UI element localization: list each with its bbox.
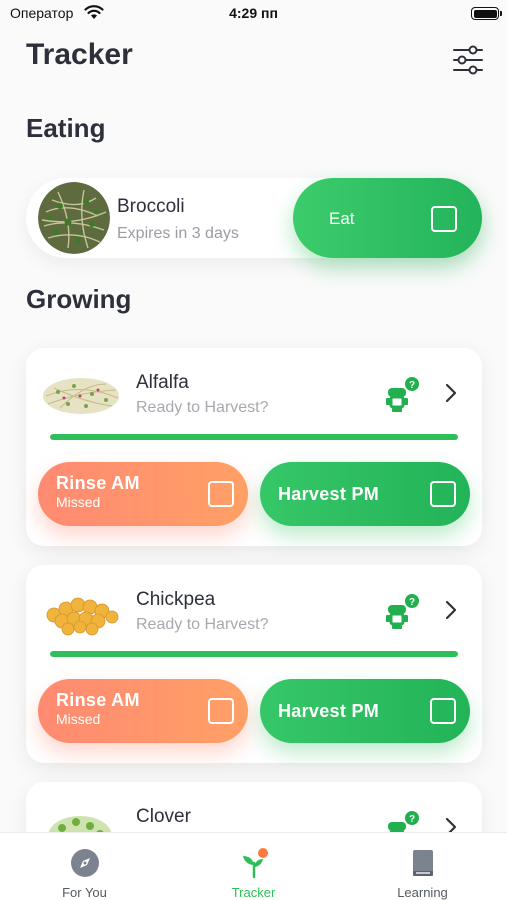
growth-progress-bar [50,651,458,657]
harvest-help-icon[interactable]: ? [382,593,422,633]
rinse-status: Missed [56,711,101,727]
eating-card[interactable]: Broccoli Expires in 3 days Eat [26,178,482,258]
rinse-checkbox[interactable] [208,481,234,507]
harvest-label: Harvest PM [278,484,380,504]
tab-label: For You [62,885,107,900]
harvest-pm-button[interactable]: Harvest PM [260,679,470,743]
harvest-checkbox[interactable] [430,698,456,724]
harvest-help-icon[interactable]: ? [382,376,422,416]
tab-for-you[interactable]: For You [0,833,169,900]
svg-text:?: ? [409,597,415,608]
sliders-icon [453,45,483,75]
eating-item-expiry: Expires in 3 days [117,225,239,242]
tab-label: Tracker [231,885,276,900]
eating-item-name: Broccoli [117,196,185,217]
status-time: 4:29 пп [229,5,278,21]
sprout-icon [243,848,268,879]
tab-learning[interactable]: Learning [338,833,507,900]
tab-tracker[interactable]: Tracker [169,833,338,900]
growing-item-name: Clover [136,806,191,827]
page-title: Tracker [26,38,133,71]
alfalfa-sprouts-image [43,378,119,414]
eating-section-title: Eating [26,113,106,143]
tab-bar: For You Tracker Learning [0,832,507,900]
rinse-status: Missed [56,494,101,510]
battery-icon [471,7,502,20]
tab-label: Learning [397,885,448,900]
rinse-checkbox[interactable] [208,698,234,724]
rinse-am-button[interactable]: Rinse AM Missed [38,462,248,526]
progress-fill [50,434,458,440]
harvest-checkbox[interactable] [430,481,456,507]
broccoli-sprouts-image [38,182,110,254]
rinse-am-button[interactable]: Rinse AM Missed [38,679,248,743]
progress-fill [50,651,458,657]
svg-text:?: ? [409,814,415,825]
harvest-label: Harvest PM [278,701,380,721]
chevron-right-icon[interactable] [444,382,458,404]
filter-button[interactable] [451,44,485,76]
chickpea-image [46,597,119,636]
growing-item-name: Chickpea [136,589,216,610]
growing-card-alfalfa[interactable]: Alfalfa Ready to Harvest? ? Rinse AM Mis… [26,348,482,546]
growing-item-name: Alfalfa [136,372,189,393]
rinse-label: Rinse AM [56,473,140,493]
compass-icon [71,849,99,877]
harvest-pm-button[interactable]: Harvest PM [260,462,470,526]
growth-progress-bar [50,434,458,440]
eat-button-label: Eat [329,209,355,228]
status-bar: Оператор 4:29 пп [0,0,507,30]
book-icon [413,850,433,876]
eat-checkbox[interactable] [431,206,457,232]
growing-section-title: Growing [26,284,132,314]
growing-item-status: Ready to Harvest? [136,616,269,633]
chevron-right-icon[interactable] [444,599,458,621]
growing-card-chickpea[interactable]: Chickpea Ready to Harvest? ? Rinse AM Mi… [26,565,482,763]
eat-button[interactable]: Eat [293,178,482,258]
svg-text:?: ? [409,380,415,391]
growing-item-status: Ready to Harvest? [136,399,269,416]
rinse-label: Rinse AM [56,690,140,710]
